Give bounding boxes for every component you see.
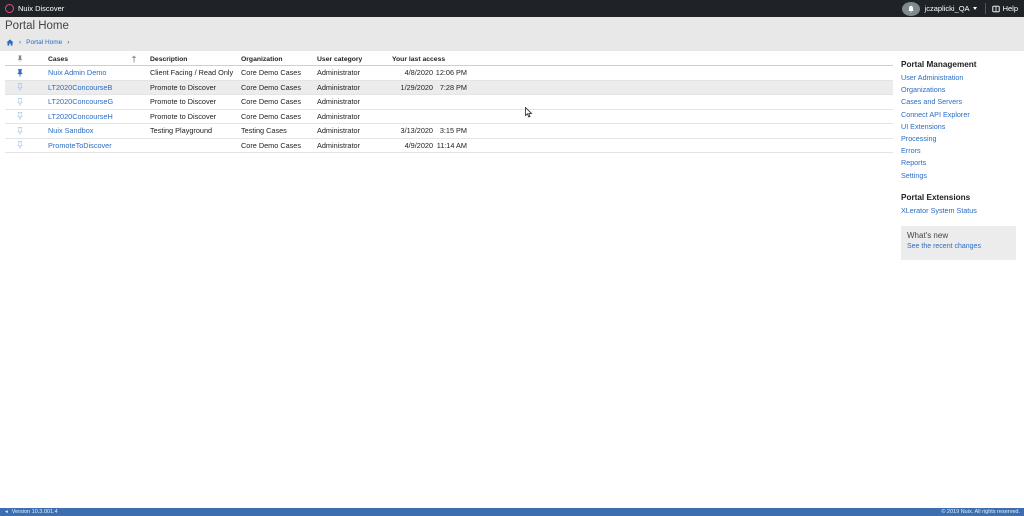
last-access-time: 7:28 PM bbox=[439, 82, 467, 92]
user-menu[interactable]: jczaplicki_QA bbox=[925, 4, 970, 13]
case-description: Promote to Discover bbox=[150, 82, 217, 92]
portal-sidebar: Portal Management User Administration Org… bbox=[901, 60, 1019, 260]
portal-extensions-heading: Portal Extensions bbox=[901, 192, 971, 202]
portal-management-link[interactable]: Processing bbox=[901, 133, 1019, 145]
case-description: Promote to Discover bbox=[150, 111, 217, 121]
recent-changes-link[interactable]: See the recent changes bbox=[907, 243, 1010, 250]
portal-management-link[interactable]: User Administration bbox=[901, 72, 1019, 84]
footer-bar: ◂ Version 10.3.001.4 © 2019 Nuix. All ri… bbox=[0, 508, 1024, 516]
breadcrumb-item-portal-home[interactable]: Portal Home bbox=[26, 39, 62, 46]
pin-outline-icon[interactable] bbox=[14, 81, 26, 95]
portal-extension-link[interactable]: XLerator System Status bbox=[901, 205, 1019, 217]
mouse-cursor-icon bbox=[525, 107, 533, 118]
table-row[interactable]: LT2020ConcourseH Promote to Discover Cor… bbox=[5, 110, 893, 124]
case-link[interactable]: Nuix Sandbox bbox=[48, 124, 93, 138]
last-access-date bbox=[365, 95, 433, 109]
portal-management-heading: Portal Management bbox=[901, 60, 977, 69]
notifications-bell-icon[interactable] bbox=[901, 1, 920, 16]
breadcrumb-separator: › bbox=[67, 39, 70, 46]
page-header: Portal Home › Portal Home › bbox=[0, 17, 1024, 51]
version-text: Version 10.3.001.4 bbox=[11, 509, 58, 515]
pin-outline-icon[interactable] bbox=[14, 124, 26, 138]
pin-filled-icon[interactable] bbox=[14, 66, 26, 80]
table-row[interactable]: LT2020ConcourseG Promote to Discover Cor… bbox=[5, 95, 893, 110]
cases-table: Cases Description Organization User cate… bbox=[5, 53, 893, 153]
case-user-category: Administrator bbox=[317, 126, 360, 136]
last-access-date: 4/8/2020 bbox=[404, 68, 433, 78]
table-row[interactable]: PromoteToDiscover Core Demo Cases Admini… bbox=[5, 139, 893, 153]
portal-management-link[interactable]: Organizations bbox=[901, 84, 1019, 96]
portal-management-link[interactable]: UI Extensions bbox=[901, 121, 1019, 133]
portal-management-link[interactable]: Cases and Servers bbox=[901, 96, 1019, 108]
last-access-time: 12:06 PM bbox=[435, 68, 467, 78]
case-user-category: Administrator bbox=[317, 140, 360, 150]
column-header-cases[interactable]: Cases bbox=[48, 53, 68, 65]
pin-icon bbox=[17, 55, 23, 63]
page-title: Portal Home bbox=[5, 20, 69, 32]
column-header-organization[interactable]: Organization bbox=[241, 53, 283, 65]
case-user-category: Administrator bbox=[317, 68, 360, 78]
case-link[interactable]: PromoteToDiscover bbox=[48, 139, 112, 153]
portal-management-link[interactable]: Connect API Explorer bbox=[901, 109, 1019, 121]
table-row[interactable]: Nuix Admin Demo Client Facing / Read Onl… bbox=[5, 66, 893, 81]
case-user-category: Administrator bbox=[317, 97, 360, 107]
pin-column-header[interactable] bbox=[14, 53, 26, 65]
last-access-date: 4/9/2020 bbox=[404, 140, 433, 150]
table-row[interactable]: LT2020ConcourseB Promote to Discover Cor… bbox=[5, 80, 893, 95]
nuix-logo-icon bbox=[5, 4, 14, 13]
pin-outline-icon[interactable] bbox=[14, 110, 26, 124]
help-button[interactable]: Help bbox=[991, 4, 1018, 13]
table-row[interactable]: Nuix Sandbox Testing Playground Testing … bbox=[5, 124, 893, 139]
whats-new-title: What's new bbox=[907, 230, 949, 240]
column-header-user-category[interactable]: User category bbox=[317, 53, 362, 65]
collapse-arrow-icon[interactable]: ◂ bbox=[5, 509, 8, 515]
case-description: Client Facing / Read Only bbox=[150, 68, 234, 78]
case-organization: Testing Cases bbox=[241, 126, 287, 136]
help-book-icon bbox=[991, 5, 1000, 12]
portal-management-link[interactable]: Settings bbox=[901, 170, 1019, 182]
whats-new-panel: What's new See the recent changes bbox=[901, 225, 1016, 260]
portal-management-link[interactable]: Errors bbox=[901, 145, 1019, 157]
case-organization: Core Demo Cases bbox=[241, 82, 302, 92]
case-link[interactable]: LT2020ConcourseB bbox=[48, 81, 112, 95]
last-access-time bbox=[437, 95, 467, 109]
app-name: Nuix Discover bbox=[18, 4, 65, 13]
case-user-category: Administrator bbox=[317, 82, 360, 92]
top-bar: Nuix Discover jczaplicki_QA Help bbox=[0, 0, 1024, 17]
case-organization: Core Demo Cases bbox=[241, 140, 302, 150]
brand[interactable]: Nuix Discover bbox=[0, 4, 64, 13]
sort-arrow-up-icon[interactable] bbox=[131, 53, 137, 65]
case-description: Testing Playground bbox=[150, 126, 213, 136]
pin-outline-icon[interactable] bbox=[14, 95, 26, 109]
case-description: Promote to Discover bbox=[150, 97, 217, 107]
chevron-down-icon[interactable] bbox=[972, 7, 977, 10]
case-organization: Core Demo Cases bbox=[241, 97, 302, 107]
help-label: Help bbox=[1002, 4, 1018, 13]
table-header-row: Cases Description Organization User cate… bbox=[5, 53, 893, 66]
case-organization: Core Demo Cases bbox=[241, 111, 302, 121]
case-link[interactable]: LT2020ConcourseG bbox=[48, 95, 113, 109]
last-access-time: 11:14 AM bbox=[436, 140, 467, 150]
case-link[interactable]: LT2020ConcourseH bbox=[48, 110, 113, 124]
column-header-description[interactable]: Description bbox=[150, 53, 187, 65]
last-access-date: 3/13/2020 bbox=[400, 126, 433, 136]
breadcrumb: › Portal Home › bbox=[6, 39, 69, 46]
last-access-time bbox=[437, 110, 467, 124]
last-access-date bbox=[365, 110, 433, 124]
last-access-time: 3:15 PM bbox=[439, 126, 467, 136]
case-link[interactable]: Nuix Admin Demo bbox=[48, 66, 106, 80]
case-user-category: Administrator bbox=[317, 111, 360, 121]
pin-outline-icon[interactable] bbox=[14, 139, 26, 153]
last-access-date: 1/29/2020 bbox=[400, 82, 433, 92]
home-icon[interactable] bbox=[6, 39, 14, 46]
column-header-last-access[interactable]: Your last access bbox=[392, 53, 445, 65]
divider bbox=[984, 3, 986, 14]
copyright-text: © 2019 Nuix. All rights reserved. bbox=[941, 509, 1020, 515]
case-organization: Core Demo Cases bbox=[241, 68, 302, 78]
breadcrumb-separator: › bbox=[19, 39, 22, 46]
portal-management-link[interactable]: Reports bbox=[901, 157, 1019, 169]
